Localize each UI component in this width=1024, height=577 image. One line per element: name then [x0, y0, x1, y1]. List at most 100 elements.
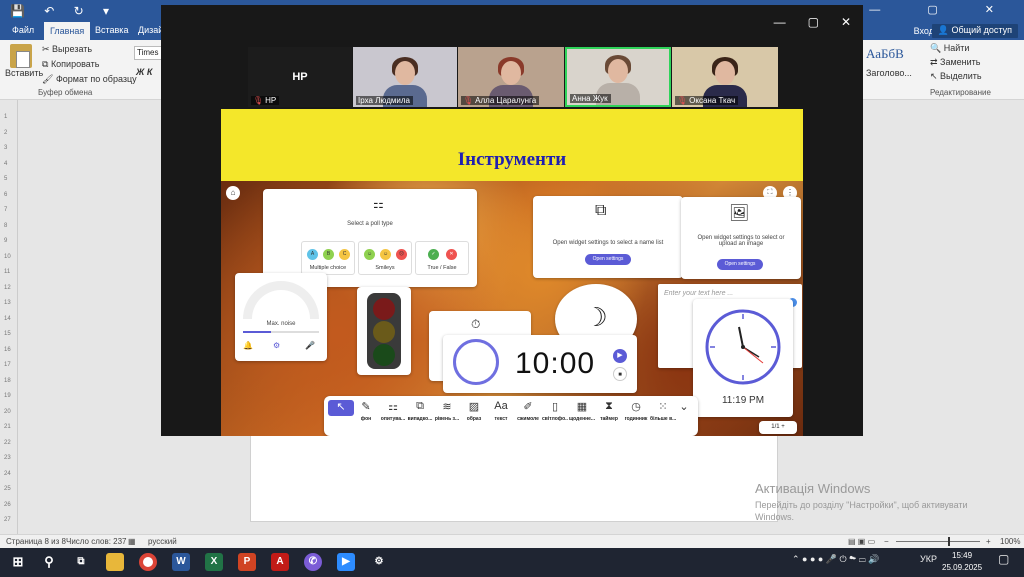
- tool-more[interactable]: ⁙ більше в...: [650, 400, 676, 428]
- tab-home[interactable]: Главная: [44, 22, 91, 40]
- tool-label: таймер: [600, 416, 618, 422]
- tool-schedule[interactable]: ▦ щоденне...: [569, 400, 595, 428]
- image-widget[interactable]: 🖼 Open widget settings to select or uplo…: [681, 197, 801, 279]
- traffic-light-widget[interactable]: [357, 287, 411, 375]
- input-language[interactable]: УКР: [920, 554, 937, 564]
- open-settings-button[interactable]: Open settings: [717, 259, 763, 270]
- zoom-icon[interactable]: ▶: [337, 553, 355, 571]
- ruler-tick: 15: [4, 331, 11, 337]
- timer-display[interactable]: 10:00: [515, 347, 595, 381]
- font-name-field[interactable]: Times: [134, 46, 162, 60]
- text-input[interactable]: Enter your text here ...: [664, 290, 733, 297]
- play-icon[interactable]: ▶: [613, 349, 627, 363]
- open-settings-button[interactable]: Open settings: [585, 254, 631, 265]
- zoom-out-button[interactable]: −: [884, 537, 889, 546]
- style-preview[interactable]: АаБбВ: [866, 46, 904, 62]
- poll-option-true-false[interactable]: ✓ ✕ True / False: [415, 241, 469, 275]
- settings-icon[interactable]: ⚙: [273, 341, 280, 350]
- poll-option-multiple-choice[interactable]: A B C Multiple choice: [301, 241, 355, 275]
- poll-option-smileys[interactable]: ☺ ☺ ☹ Smileys: [358, 241, 412, 275]
- task-view-icon[interactable]: ⧉: [72, 553, 90, 571]
- zoom-level[interactable]: 100%: [1000, 537, 1020, 546]
- bold-italic-buttons[interactable]: Ж К: [136, 67, 152, 77]
- system-clock[interactable]: 15:49 25.09.2025: [942, 550, 982, 574]
- clock-widget[interactable]: 11:19 PM: [693, 299, 793, 417]
- word-icon[interactable]: W: [172, 553, 190, 571]
- tool-timer[interactable]: ⧗ таймер: [596, 400, 622, 428]
- participant-tile-active-speaker[interactable]: Анна Жук: [565, 47, 671, 107]
- tool-poll[interactable]: ⚏ опитува...: [380, 400, 406, 428]
- tool-draw[interactable]: ✐ сжимоле: [515, 400, 541, 428]
- paste-icon[interactable]: [10, 44, 32, 68]
- copy-button[interactable]: ⧉ Копировать: [42, 59, 99, 70]
- stop-icon[interactable]: ■: [613, 367, 627, 381]
- red-light[interactable]: [373, 298, 395, 320]
- participant-tile[interactable]: 🎙 Алла Царалунга: [458, 47, 564, 107]
- tray-icons[interactable]: ⌃ ● ● ● 🎤 ⏻ ☁ ▭ 🔊: [792, 554, 879, 565]
- participant-tile[interactable]: Ірха Людмила: [353, 47, 457, 107]
- tool-text[interactable]: Aa текст: [488, 400, 514, 428]
- ruler-tick: 11: [4, 269, 11, 275]
- slide-banner: Інструменти: [221, 109, 803, 182]
- file-explorer-icon[interactable]: [106, 553, 124, 571]
- toolbar-expand[interactable]: ⌄: [676, 400, 692, 428]
- zoom-in-button[interactable]: +: [986, 537, 991, 546]
- tab-file[interactable]: Файл: [12, 25, 34, 35]
- style-name[interactable]: Заголово...: [866, 68, 912, 78]
- participant-tile[interactable]: HP 🎙 HP: [248, 47, 352, 107]
- timer-widget[interactable]: 10:00 ▶ ■: [443, 335, 637, 393]
- notifications-icon[interactable]: ▢: [998, 552, 1009, 566]
- powerpoint-icon[interactable]: P: [238, 553, 256, 571]
- tool-sound-level[interactable]: ≋ рівень з...: [434, 400, 460, 428]
- proofing-icon[interactable]: ▦: [128, 537, 136, 546]
- tool-random[interactable]: ⧉ випадко...: [407, 400, 433, 428]
- noise-label: Max. noise: [266, 321, 296, 327]
- language-indicator[interactable]: русский: [148, 537, 177, 546]
- quick-access-toolbar[interactable]: 💾 ↶ ↻ ▾: [10, 4, 117, 18]
- sound-level-widget[interactable]: Max. noise 🔔 ⚙ 🎤: [235, 273, 327, 361]
- sign-in-link[interactable]: Вход: [914, 26, 934, 36]
- yellow-light[interactable]: [373, 321, 395, 343]
- document-page[interactable]: [250, 430, 778, 522]
- ruler-tick: 13: [4, 300, 11, 306]
- green-light[interactable]: [373, 344, 395, 366]
- close-icon[interactable]: ✕: [841, 15, 851, 29]
- excel-icon[interactable]: X: [205, 553, 223, 571]
- tab-insert[interactable]: Вставка: [95, 25, 128, 35]
- check-icon: ✓: [428, 249, 439, 260]
- page-pager[interactable]: 1/1 +: [759, 421, 797, 434]
- acrobat-icon[interactable]: A: [271, 553, 289, 571]
- tool-image[interactable]: ▨ образ: [461, 400, 487, 428]
- noise-slider[interactable]: [243, 331, 319, 333]
- select-button[interactable]: ↖ Выделить: [930, 71, 982, 82]
- viber-icon[interactable]: ✆: [304, 553, 322, 571]
- maximize-icon[interactable]: ▢: [808, 15, 819, 29]
- paste-button[interactable]: Вставить: [5, 68, 43, 78]
- share-button[interactable]: 👤 Общий доступ: [931, 24, 1018, 38]
- cursor-tool[interactable]: ↖: [328, 400, 354, 428]
- format-painter-button[interactable]: 🖌 Формат по образцу: [42, 74, 137, 85]
- random-name-widget[interactable]: ⧉ Open widget settings to select a name …: [533, 196, 683, 278]
- settings-icon[interactable]: ⚙: [370, 553, 388, 571]
- bell-icon[interactable]: 🔔: [243, 341, 253, 350]
- home-icon[interactable]: ⌂: [226, 186, 240, 200]
- participant-tile[interactable]: 🎙 Оксана Ткач: [672, 47, 778, 107]
- view-buttons[interactable]: ▤ ▣ ▭: [848, 537, 875, 546]
- microphone-icon[interactable]: 🎤: [305, 341, 315, 350]
- grid-icon: ⁙: [658, 401, 668, 413]
- search-icon[interactable]: ⚲: [40, 553, 58, 571]
- tool-clock[interactable]: ◷ годинник: [623, 400, 649, 428]
- tool-traffic-light[interactable]: ▯ світлофо...: [542, 400, 568, 428]
- chrome-icon[interactable]: [139, 553, 157, 571]
- find-button[interactable]: 🔍 Найти: [930, 43, 969, 54]
- windows-start-icon[interactable]: ⊞: [9, 553, 27, 571]
- tool-background[interactable]: ✎ фон: [353, 400, 379, 428]
- cut-button[interactable]: ✂ Вырезать: [42, 44, 92, 55]
- meeting-window-controls: — ▢ ✕: [752, 15, 851, 29]
- replace-button[interactable]: ⇄ Заменить: [930, 57, 981, 68]
- minimize-icon[interactable]: —: [774, 15, 786, 29]
- ruler-tick: 10: [4, 253, 11, 260]
- zoom-slider[interactable]: [896, 537, 980, 546]
- add-page-icon[interactable]: +: [781, 424, 785, 430]
- tab-design[interactable]: Дизай: [138, 25, 163, 35]
